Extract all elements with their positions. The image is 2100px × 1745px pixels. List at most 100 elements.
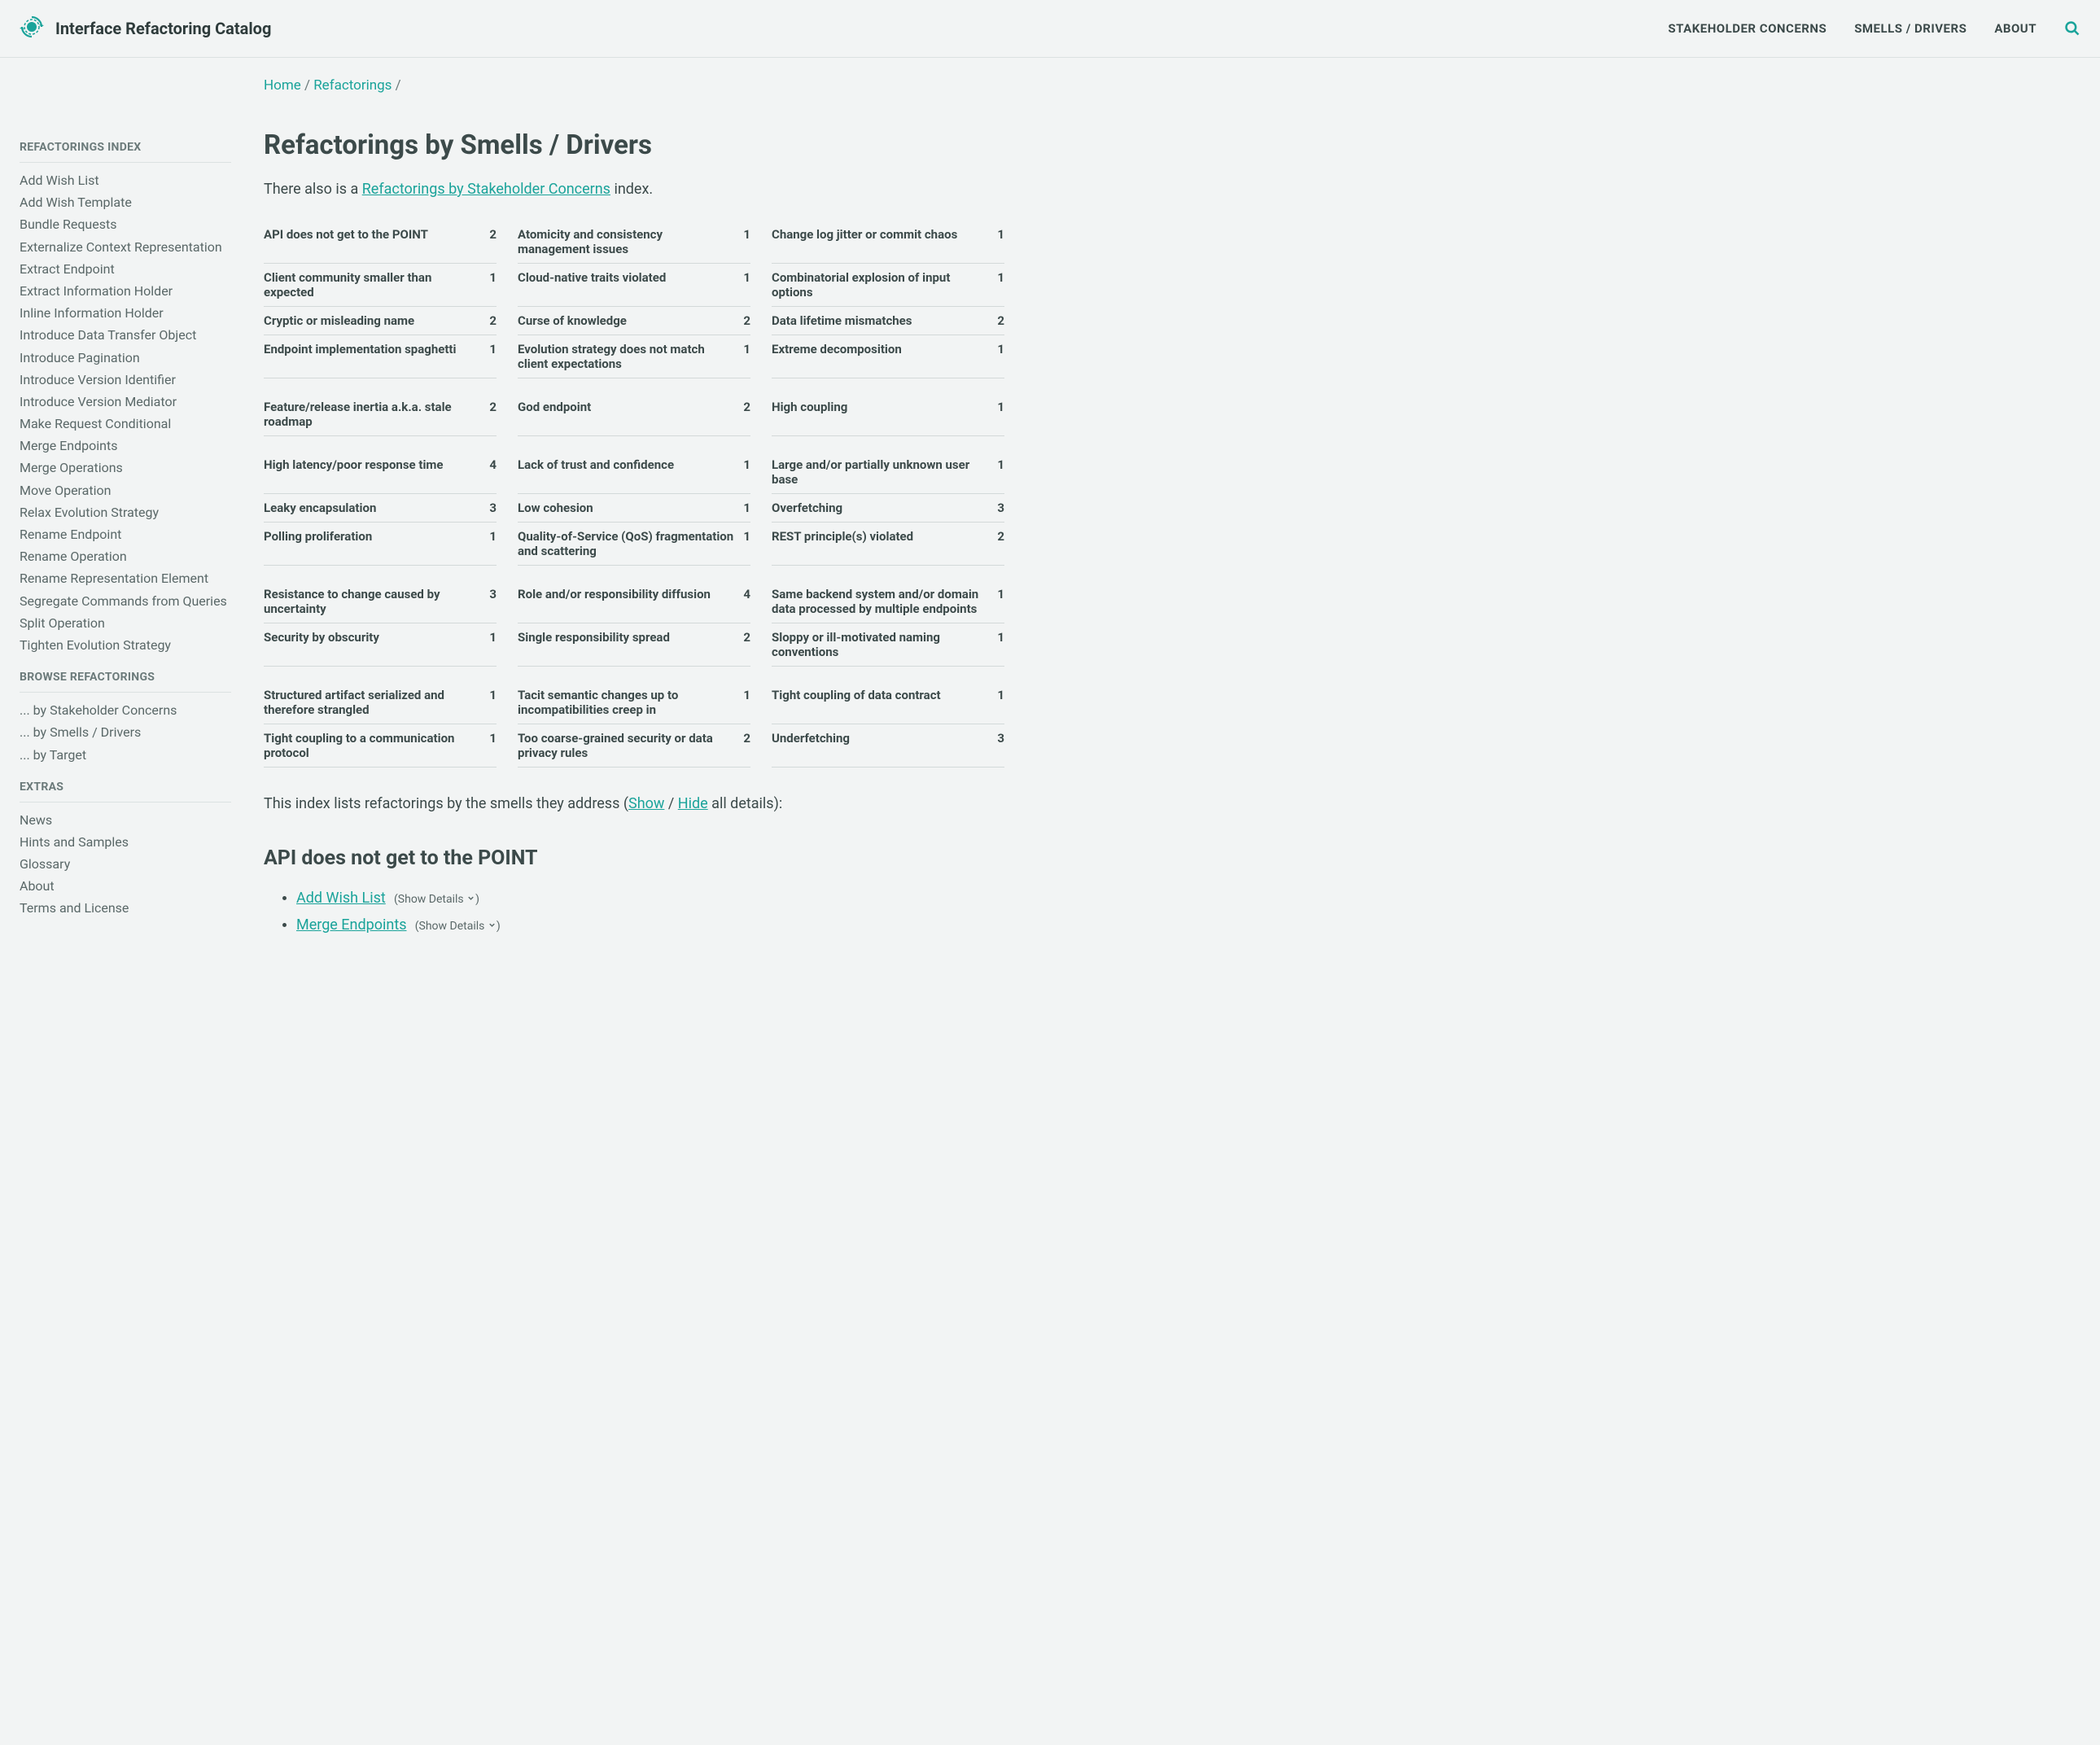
- smell-item[interactable]: Same backend system and/or domain data p…: [772, 580, 1004, 623]
- sidebar-index-item[interactable]: Introduce Pagination: [20, 347, 231, 369]
- sidebar-index-item[interactable]: Rename Representation Element: [20, 567, 231, 589]
- sidebar-browse-item[interactable]: ... by Smells / Drivers: [20, 721, 231, 743]
- smell-label: Tight coupling of data contract: [772, 688, 941, 702]
- sidebar-index-item[interactable]: Add Wish List: [20, 169, 231, 191]
- smell-item[interactable]: Client community smaller than expected1: [264, 264, 497, 307]
- smell-item[interactable]: Evolution strategy does not match client…: [518, 335, 750, 378]
- smell-item[interactable]: Role and/or responsibility diffusion4: [518, 580, 750, 623]
- smell-item[interactable]: Atomicity and consistency management iss…: [518, 221, 750, 264]
- header: Interface Refactoring Catalog STAKEHOLDE…: [0, 0, 2100, 58]
- smell-item[interactable]: Quality-of-Service (QoS) fragmentation a…: [518, 523, 750, 566]
- smell-item[interactable]: Too coarse-grained security or data priv…: [518, 724, 750, 768]
- sidebar-extras-title: EXTRAS: [20, 781, 231, 794]
- sidebar-extras-item[interactable]: Glossary: [20, 853, 231, 875]
- sidebar-extras-item[interactable]: Terms and License: [20, 897, 231, 919]
- sidebar-index-item[interactable]: Make Request Conditional: [20, 413, 231, 435]
- divider: [20, 162, 231, 163]
- smell-item[interactable]: Endpoint implementation spaghetti1: [264, 335, 497, 378]
- sidebar-index-item[interactable]: Extract Information Holder: [20, 280, 231, 302]
- nav-about[interactable]: ABOUT: [1994, 21, 2037, 36]
- divider: [20, 692, 231, 693]
- smell-item[interactable]: Cryptic or misleading name2: [264, 307, 497, 335]
- show-details-toggle[interactable]: (Show Details ): [394, 893, 479, 906]
- smell-label: API does not get to the POINT: [264, 227, 428, 242]
- smell-item[interactable]: Overfetching3: [772, 494, 1004, 523]
- refactoring-link[interactable]: Add Wish List: [296, 890, 386, 907]
- smell-item[interactable]: Data lifetime mismatches2: [772, 307, 1004, 335]
- lead-link[interactable]: Refactorings by Stakeholder Concerns: [362, 181, 610, 198]
- hide-all-link[interactable]: Hide: [678, 795, 708, 812]
- smell-item[interactable]: Resistance to change caused by uncertain…: [264, 580, 497, 623]
- smell-item[interactable]: REST principle(s) violated2: [772, 523, 1004, 566]
- sidebar-index-item[interactable]: Introduce Version Mediator: [20, 391, 231, 413]
- sidebar-index-item[interactable]: Externalize Context Representation: [20, 236, 231, 258]
- sidebar-index-item[interactable]: Move Operation: [20, 479, 231, 501]
- smell-item[interactable]: Large and/or partially unknown user base…: [772, 451, 1004, 494]
- smell-item[interactable]: Cloud-native traits violated1: [518, 264, 750, 307]
- show-all-link[interactable]: Show: [628, 795, 664, 812]
- refactoring-link[interactable]: Merge Endpoints: [296, 916, 407, 934]
- sidebar-index-item[interactable]: Extract Endpoint: [20, 258, 231, 280]
- smell-count: 4: [743, 587, 750, 601]
- smell-label: Too coarse-grained security or data priv…: [518, 731, 735, 760]
- nav-stakeholder-concerns[interactable]: STAKEHOLDER CONCERNS: [1668, 21, 1827, 36]
- search-icon[interactable]: [2064, 20, 2080, 37]
- smell-item[interactable]: Polling proliferation1: [264, 523, 497, 566]
- smell-item[interactable]: Curse of knowledge2: [518, 307, 750, 335]
- smell-item[interactable]: Structured artifact serialized and there…: [264, 681, 497, 724]
- sidebar-index-item[interactable]: Introduce Data Transfer Object: [20, 324, 231, 346]
- sidebar-index-item[interactable]: Tighten Evolution Strategy: [20, 634, 231, 656]
- sidebar-index-item[interactable]: Add Wish Template: [20, 191, 231, 213]
- smell-item[interactable]: Leaky encapsulation3: [264, 494, 497, 523]
- smell-label: Cloud-native traits violated: [518, 270, 666, 285]
- smell-label: Feature/release inertia a.k.a. stale roa…: [264, 400, 481, 429]
- sidebar-index-item[interactable]: Split Operation: [20, 612, 231, 634]
- smell-item[interactable]: Lack of trust and confidence1: [518, 451, 750, 494]
- sidebar-browse-item[interactable]: ... by Stakeholder Concerns: [20, 699, 231, 721]
- sidebar-index-item[interactable]: Segregate Commands from Queries: [20, 590, 231, 612]
- smell-item[interactable]: Security by obscurity1: [264, 623, 497, 667]
- smell-item[interactable]: Sloppy or ill-motivated naming conventio…: [772, 623, 1004, 667]
- smell-item[interactable]: High latency/poor response time4: [264, 451, 497, 494]
- show-details-toggle[interactable]: (Show Details ): [415, 920, 501, 933]
- smell-item[interactable]: God endpoint2: [518, 393, 750, 436]
- smell-item[interactable]: Single responsibility spread2: [518, 623, 750, 667]
- smell-item[interactable]: Tight coupling to a communication protoc…: [264, 724, 497, 768]
- smell-item[interactable]: High coupling1: [772, 393, 1004, 436]
- sidebar-index-item[interactable]: Relax Evolution Strategy: [20, 501, 231, 523]
- sidebar-browse-list: ... by Stakeholder Concerns... by Smells…: [20, 699, 231, 766]
- smell-item[interactable]: Tight coupling of data contract1: [772, 681, 1004, 724]
- sidebar-index-item[interactable]: Merge Operations: [20, 457, 231, 479]
- breadcrumb: Home / Refactorings /: [264, 77, 1004, 94]
- sidebar-extras-item[interactable]: Hints and Samples: [20, 831, 231, 853]
- logo-icon: [20, 15, 44, 42]
- smell-label: REST principle(s) violated: [772, 529, 913, 544]
- smell-item[interactable]: Combinatorial explosion of input options…: [772, 264, 1004, 307]
- smell-label: Curse of knowledge: [518, 313, 627, 328]
- nav-smells-drivers[interactable]: SMELLS / DRIVERS: [1854, 21, 1967, 36]
- sidebar-extras-item[interactable]: About: [20, 875, 231, 897]
- sidebar-index-item[interactable]: Bundle Requests: [20, 213, 231, 235]
- sidebar-browse-item[interactable]: ... by Target: [20, 744, 231, 766]
- sidebar-index-item[interactable]: Rename Operation: [20, 545, 231, 567]
- sidebar-index-item[interactable]: Rename Endpoint: [20, 523, 231, 545]
- smell-item[interactable]: API does not get to the POINT2: [264, 221, 497, 264]
- smell-label: Overfetching: [772, 501, 842, 515]
- smell-count: 1: [489, 342, 497, 356]
- sidebar-extras-item[interactable]: News: [20, 809, 231, 831]
- smell-count: 1: [997, 227, 1004, 242]
- smell-item[interactable]: Feature/release inertia a.k.a. stale roa…: [264, 393, 497, 436]
- smell-item[interactable]: Tacit semantic changes up to incompatibi…: [518, 681, 750, 724]
- sidebar-index-item[interactable]: Introduce Version Identifier: [20, 369, 231, 391]
- chevron-down-icon: [466, 893, 475, 906]
- smell-item[interactable]: Underfetching3: [772, 724, 1004, 768]
- smell-count: 1: [997, 342, 1004, 356]
- smell-item[interactable]: Change log jitter or commit chaos1: [772, 221, 1004, 264]
- sidebar-index-item[interactable]: Inline Information Holder: [20, 302, 231, 324]
- sidebar-index-item[interactable]: Merge Endpoints: [20, 435, 231, 457]
- brand[interactable]: Interface Refactoring Catalog: [20, 15, 271, 42]
- breadcrumb-refactorings[interactable]: Refactorings: [313, 77, 392, 94]
- breadcrumb-home[interactable]: Home: [264, 77, 301, 94]
- smell-item[interactable]: Extreme decomposition1: [772, 335, 1004, 378]
- smell-item[interactable]: Low cohesion1: [518, 494, 750, 523]
